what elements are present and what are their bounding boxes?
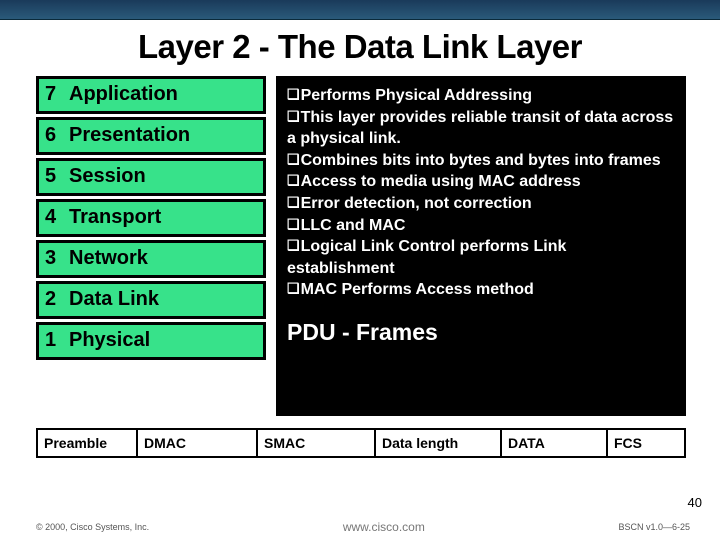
main-content: 7Application 6Presentation 5Session 4Tra… [0, 76, 720, 416]
layer-name: Network [69, 247, 148, 270]
frame-field-dmac: DMAC [138, 430, 258, 456]
layer-name: Physical [69, 329, 150, 352]
frame-field-length: Data length [376, 430, 502, 456]
layer-number: 2 [45, 288, 69, 311]
description-panel: ❑Performs Physical Addressing ❑This laye… [276, 76, 686, 416]
bullet-item: ❑LLC and MAC [287, 215, 675, 237]
frame-field-preamble: Preamble [38, 430, 138, 456]
frame-structure: Preamble DMAC SMAC Data length DATA FCS [36, 428, 686, 458]
layer-5-session: 5Session [36, 158, 266, 196]
slide-code: BSCN v1.0—6-25 [618, 522, 690, 532]
bullet-item: ❑Performs Physical Addressing [287, 85, 675, 107]
bullet-item: ❑Logical Link Control performs Link esta… [287, 236, 675, 279]
layer-name: Transport [69, 206, 161, 229]
slide-footer: © 2000, Cisco Systems, Inc. www.cisco.co… [0, 520, 720, 534]
bullet-icon: ❑ [287, 151, 300, 167]
frame-field-smac: SMAC [258, 430, 376, 456]
layer-number: 4 [45, 206, 69, 229]
bullet-list: ❑Performs Physical Addressing ❑This laye… [287, 85, 675, 301]
slide-title: Layer 2 - The Data Link Layer [0, 28, 720, 66]
layer-6-presentation: 6Presentation [36, 117, 266, 155]
bullet-item: ❑Access to media using MAC address [287, 171, 675, 193]
bullet-icon: ❑ [287, 194, 300, 210]
bullet-icon: ❑ [287, 108, 300, 124]
bullet-item: ❑Combines bits into bytes and bytes into… [287, 150, 675, 172]
slide-top-bar [0, 0, 720, 20]
layer-4-transport: 4Transport [36, 199, 266, 237]
bullet-item: ❑MAC Performs Access method [287, 279, 675, 301]
layer-1-physical: 1Physical [36, 322, 266, 360]
layer-name: Data Link [69, 288, 159, 311]
copyright-text: © 2000, Cisco Systems, Inc. [36, 522, 149, 532]
layer-number: 5 [45, 165, 69, 188]
bullet-icon: ❑ [287, 237, 300, 253]
layer-7-application: 7Application [36, 76, 266, 114]
bullet-item: ❑This layer provides reliable transit of… [287, 107, 675, 150]
layer-2-data-link: 2Data Link [36, 281, 266, 319]
bullet-icon: ❑ [287, 280, 300, 296]
layer-name: Presentation [69, 124, 190, 147]
layer-number: 6 [45, 124, 69, 147]
bullet-icon: ❑ [287, 216, 300, 232]
page-number: 40 [688, 495, 702, 510]
bullet-icon: ❑ [287, 172, 300, 188]
layer-name: Session [69, 165, 146, 188]
frame-field-fcs: FCS [608, 430, 684, 456]
layer-name: Application [69, 83, 178, 106]
bullet-icon: ❑ [287, 86, 300, 102]
layer-3-network: 3Network [36, 240, 266, 278]
osi-layers-column: 7Application 6Presentation 5Session 4Tra… [36, 76, 266, 416]
pdu-label: PDU - Frames [287, 319, 675, 346]
layer-number: 7 [45, 83, 69, 106]
layer-number: 1 [45, 329, 69, 352]
bullet-item: ❑Error detection, not correction [287, 193, 675, 215]
frame-field-data: DATA [502, 430, 608, 456]
footer-url: www.cisco.com [343, 520, 425, 534]
layer-number: 3 [45, 247, 69, 270]
